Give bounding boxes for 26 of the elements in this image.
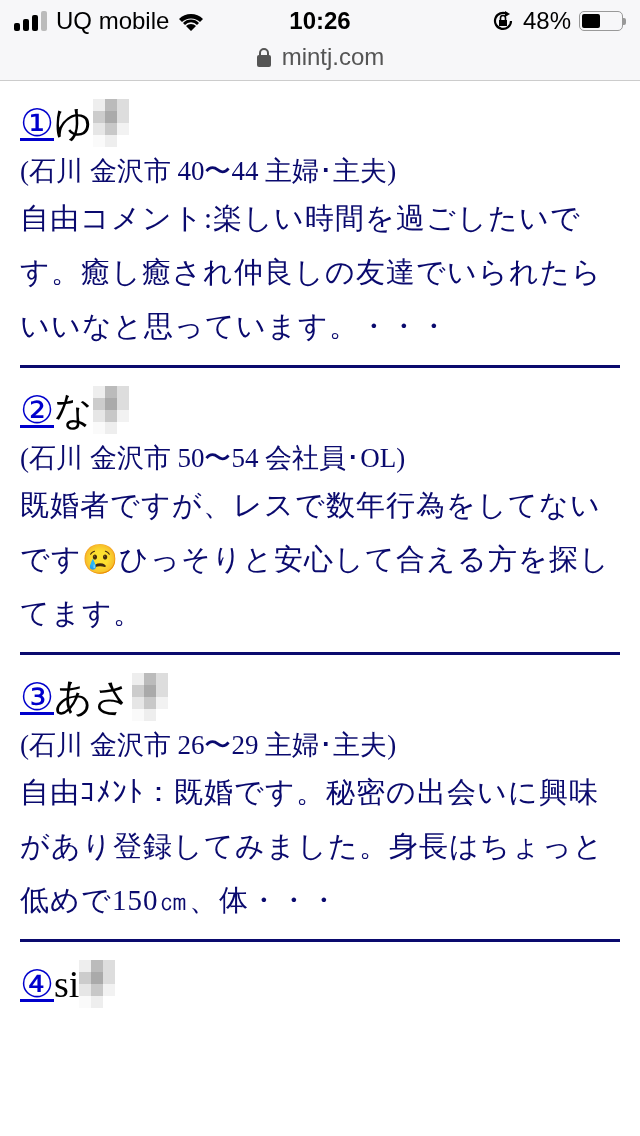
- battery-percent: 48%: [522, 7, 571, 35]
- comment-text: 自由ｺﾒﾝﾄ：既婚です。秘密の出会いに興味があり登録してみました。身長はちょっと低めで150㎝、体・・・: [20, 775, 605, 918]
- clock-time: 10:26: [289, 7, 351, 35]
- profile-info: (石川 金沢市 50〜54 会社員･OL): [20, 442, 407, 475]
- comment-text: 自由コメント:楽しい時間を過ごしたいです。癒し癒され仲良しの友達でいられたらいいなと思っています。・・・: [20, 201, 603, 344]
- pixelated-blur: [79, 960, 116, 1008]
- wifi-icon: [177, 11, 206, 31]
- user-name: ゆ: [54, 100, 93, 146]
- user-name: si: [54, 962, 80, 1006]
- user-name: な: [54, 387, 93, 433]
- user-name: あさ: [54, 674, 132, 720]
- carrier-name: UQ mobile: [56, 7, 170, 35]
- profile-info: (石川 金沢市 26〜29 主婦･主夫): [20, 729, 398, 762]
- entry-number-link[interactable]: ④: [20, 962, 54, 1006]
- signal-icon: [14, 11, 48, 31]
- entry-number-link[interactable]: ①: [20, 101, 54, 145]
- entry-number-link[interactable]: ②: [20, 388, 54, 432]
- pixelated-blur: [132, 673, 168, 721]
- pixelated-blur: [93, 99, 129, 147]
- url-text[interactable]: mintj.com: [281, 43, 385, 71]
- comment-text: 既婚者ですが、レスで数年行為をしてないです😢ひっそりと安心して合える方を探してます。: [20, 488, 611, 631]
- profile-info: (石川 金沢市 40〜44 主婦･主夫): [20, 155, 398, 188]
- battery-icon: [579, 11, 626, 31]
- lock-icon: [255, 47, 272, 67]
- entry-number-link[interactable]: ③: [20, 675, 54, 719]
- pixelated-blur: [93, 386, 129, 434]
